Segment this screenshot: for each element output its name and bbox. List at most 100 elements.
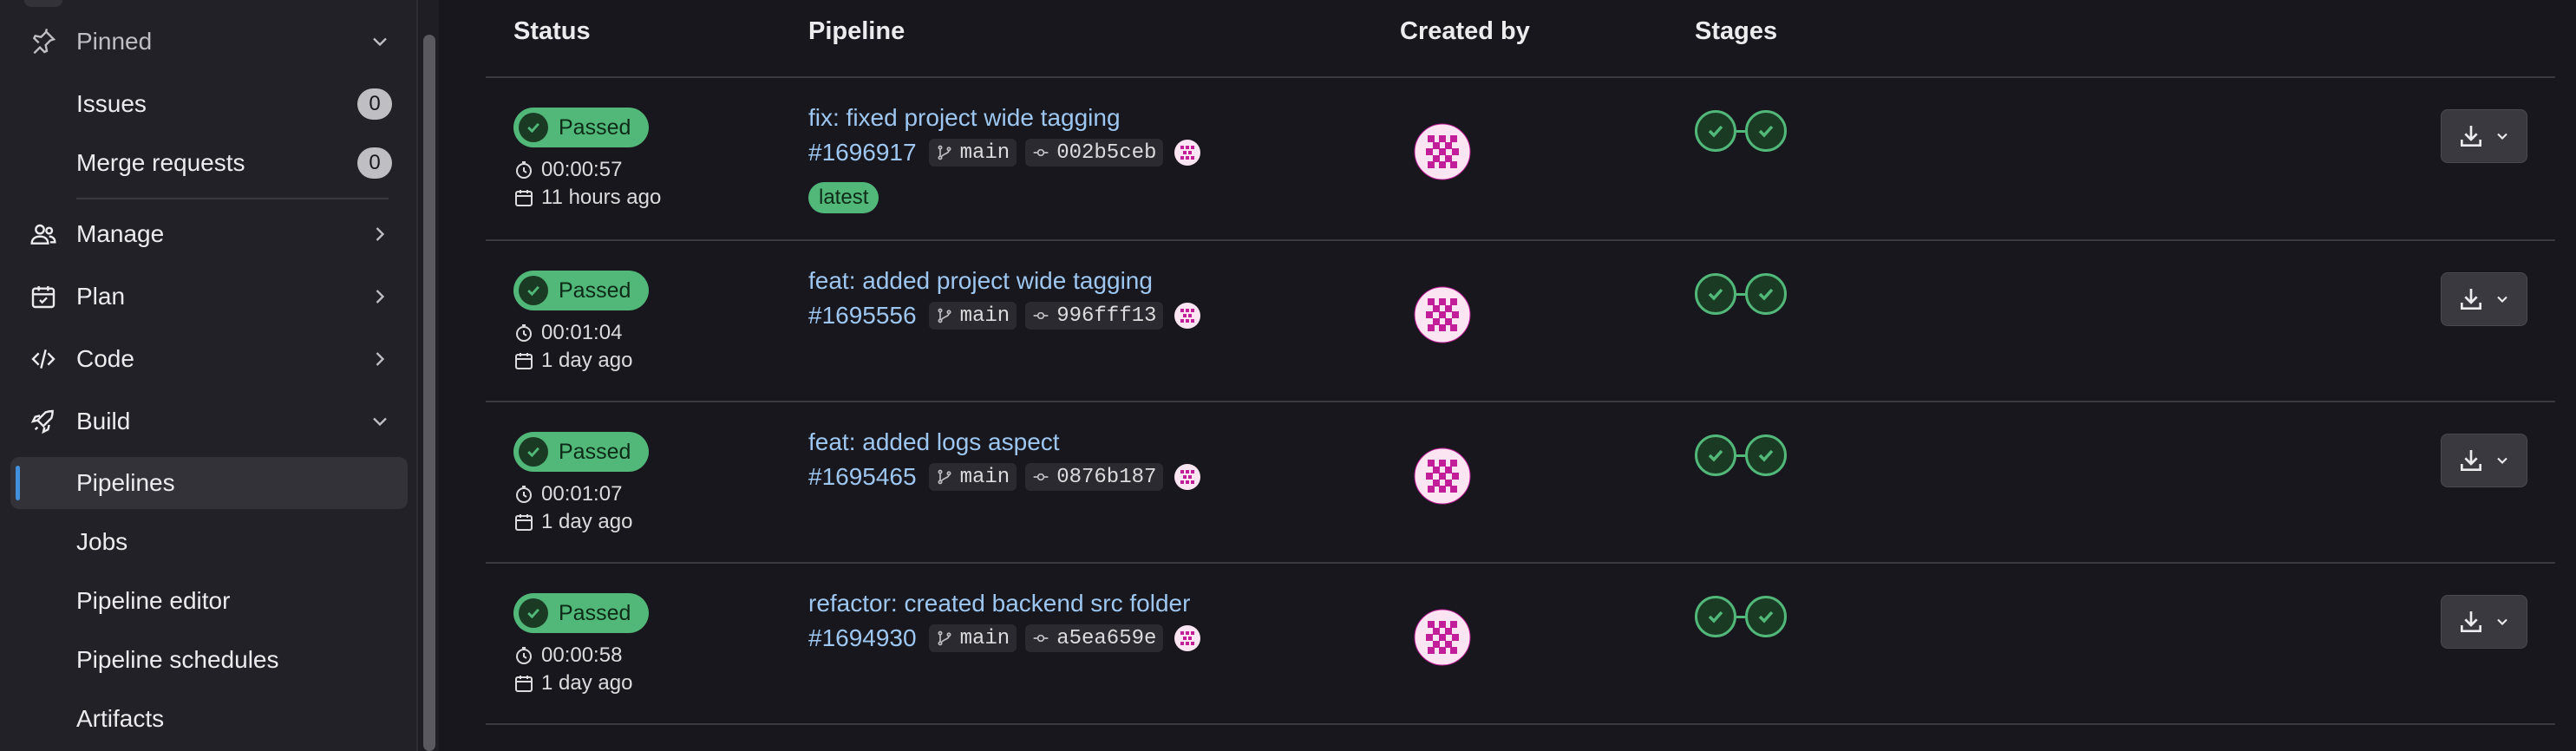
branch-icon <box>938 630 951 646</box>
avatar[interactable] <box>1414 609 1471 666</box>
sidebar-label: Jobs <box>76 528 128 555</box>
check-icon <box>1758 449 1774 462</box>
pipelines-table: Status Pipeline Created by Stages Passed… <box>486 0 2559 751</box>
stage-status-icon[interactable] <box>1745 110 1787 152</box>
status-badge[interactable]: Passed <box>513 271 649 310</box>
pipeline-title-link[interactable]: feat: added logs aspect <box>808 428 1060 456</box>
sidebar-item-pipeline-schedules[interactable]: Pipeline schedules <box>10 634 408 686</box>
column-header-created-by: Created by <box>1400 17 1530 45</box>
duration-text: 00:00:57 <box>541 158 623 181</box>
check-icon <box>1708 125 1723 138</box>
sidebar-item-plan[interactable]: Plan <box>10 271 408 323</box>
sidebar-item-manage[interactable]: Manage <box>10 208 408 260</box>
branch-chip[interactable]: main <box>928 302 1017 330</box>
commit-author-avatar[interactable] <box>1174 302 1201 330</box>
commit-author-avatar[interactable] <box>1174 624 1201 652</box>
table-row: Passed 00:01:04 1 day ago feat: added pr… <box>486 241 2555 402</box>
commit-author-avatar[interactable] <box>1174 463 1201 491</box>
finished-text: 1 day ago <box>541 349 633 372</box>
sidebar-label: Pipeline schedules <box>76 646 279 673</box>
pipeline-meta: #1694930 main a5ea659e <box>808 621 1201 656</box>
stage-status-icon[interactable] <box>1695 596 1736 637</box>
download-artifacts-button[interactable] <box>2441 109 2527 163</box>
stage-status-icon[interactable] <box>1695 434 1736 476</box>
check-icon <box>1758 611 1774 624</box>
sidebar-item-pipelines[interactable]: Pipelines <box>10 457 408 509</box>
sidebar-item-merge-requests[interactable]: Merge requests 0 <box>10 137 408 189</box>
status-text: Passed <box>559 278 631 303</box>
sidebar-label: Merge requests <box>76 149 245 176</box>
check-icon <box>519 113 548 142</box>
stages <box>1695 434 1787 476</box>
sidebar-item-code[interactable]: Code <box>10 333 408 385</box>
status-badge[interactable]: Passed <box>513 593 649 633</box>
stage-connector <box>1736 615 1745 618</box>
sidebar-item-issues[interactable]: Issues 0 <box>10 78 408 130</box>
sidebar-item-pipeline-editor[interactable]: Pipeline editor <box>10 575 408 627</box>
rocket-icon <box>28 406 59 437</box>
chevron-down-icon <box>368 409 392 434</box>
commit-chip[interactable]: a5ea659e <box>1025 624 1164 652</box>
branch-chip[interactable]: main <box>928 624 1017 652</box>
commit-chip[interactable]: 0876b187 <box>1025 463 1164 491</box>
status-badge[interactable]: Passed <box>513 432 649 472</box>
duration-text: 00:01:07 <box>541 482 623 506</box>
calendar-icon <box>515 353 533 369</box>
sidebar-label: Pipeline editor <box>76 587 231 614</box>
pipeline-meta: #1695556 main 996fff13 <box>808 298 1201 333</box>
pin-icon <box>28 26 59 57</box>
branch-name: main <box>959 140 1010 165</box>
download-artifacts-button[interactable] <box>2441 272 2527 326</box>
commit-icon <box>1033 148 1049 157</box>
stage-status-icon[interactable] <box>1745 596 1787 637</box>
stage-status-icon[interactable] <box>1695 273 1736 315</box>
count-badge: 0 <box>357 147 392 179</box>
avatar[interactable] <box>1414 447 1471 505</box>
status-badge[interactable]: Passed <box>513 108 649 147</box>
duration: 00:01:04 <box>513 321 622 345</box>
finished-at: 11 hours ago <box>513 186 661 210</box>
branch-chip[interactable]: main <box>928 463 1017 491</box>
sidebar-item-artifacts[interactable]: Artifacts <box>10 693 408 745</box>
clock-icon <box>516 486 532 503</box>
commit-author-avatar[interactable] <box>1174 139 1201 167</box>
table-row: Passed 00:01:07 1 day ago feat: added lo… <box>486 402 2555 564</box>
sidebar-item-pinned[interactable]: Pinned <box>10 16 408 68</box>
pipeline-title-link[interactable]: fix: fixed project wide tagging <box>808 104 1121 132</box>
branch-chip[interactable]: main <box>928 139 1017 167</box>
stage-status-icon[interactable] <box>1695 110 1736 152</box>
avatar[interactable] <box>1414 123 1471 180</box>
check-icon <box>1708 288 1723 301</box>
check-icon <box>519 437 548 467</box>
branch-icon <box>938 145 951 160</box>
sidebar-label: Manage <box>76 220 165 247</box>
download-artifacts-button[interactable] <box>2441 595 2527 649</box>
finished-at: 1 day ago <box>513 349 632 373</box>
pipeline-title-link[interactable]: refactor: created backend src folder <box>808 590 1190 617</box>
sidebar-item-build[interactable]: Build <box>10 395 408 447</box>
stages <box>1695 273 1787 315</box>
check-icon <box>1758 125 1774 138</box>
download-icon <box>2461 126 2481 147</box>
sidebar-label: Pinned <box>76 28 153 55</box>
pipeline-id-link[interactable]: #1695556 <box>808 302 917 330</box>
pipeline-id-link[interactable]: #1694930 <box>808 624 917 652</box>
commit-sha: a5ea659e <box>1056 626 1157 650</box>
download-artifacts-button[interactable] <box>2441 434 2527 487</box>
pipeline-meta: #1696917 main 002b5ceb <box>808 135 1201 170</box>
stage-status-icon[interactable] <box>1745 273 1787 315</box>
pipeline-id-link[interactable]: #1695465 <box>808 463 917 491</box>
sidebar-scrollbar-thumb[interactable] <box>423 35 435 751</box>
sidebar-item-jobs[interactable]: Jobs <box>10 516 408 568</box>
count-badge: 0 <box>357 88 392 120</box>
commit-chip[interactable]: 996fff13 <box>1025 302 1164 330</box>
stages <box>1695 110 1787 152</box>
pipeline-title-link[interactable]: feat: added project wide tagging <box>808 267 1153 295</box>
finished-at: 1 day ago <box>513 510 632 534</box>
pipeline-id-link[interactable]: #1696917 <box>808 139 917 167</box>
column-header-stages: Stages <box>1695 17 1778 45</box>
clock-icon <box>516 647 532 664</box>
commit-chip[interactable]: 002b5ceb <box>1025 139 1164 167</box>
avatar[interactable] <box>1414 286 1471 343</box>
stage-status-icon[interactable] <box>1745 434 1787 476</box>
